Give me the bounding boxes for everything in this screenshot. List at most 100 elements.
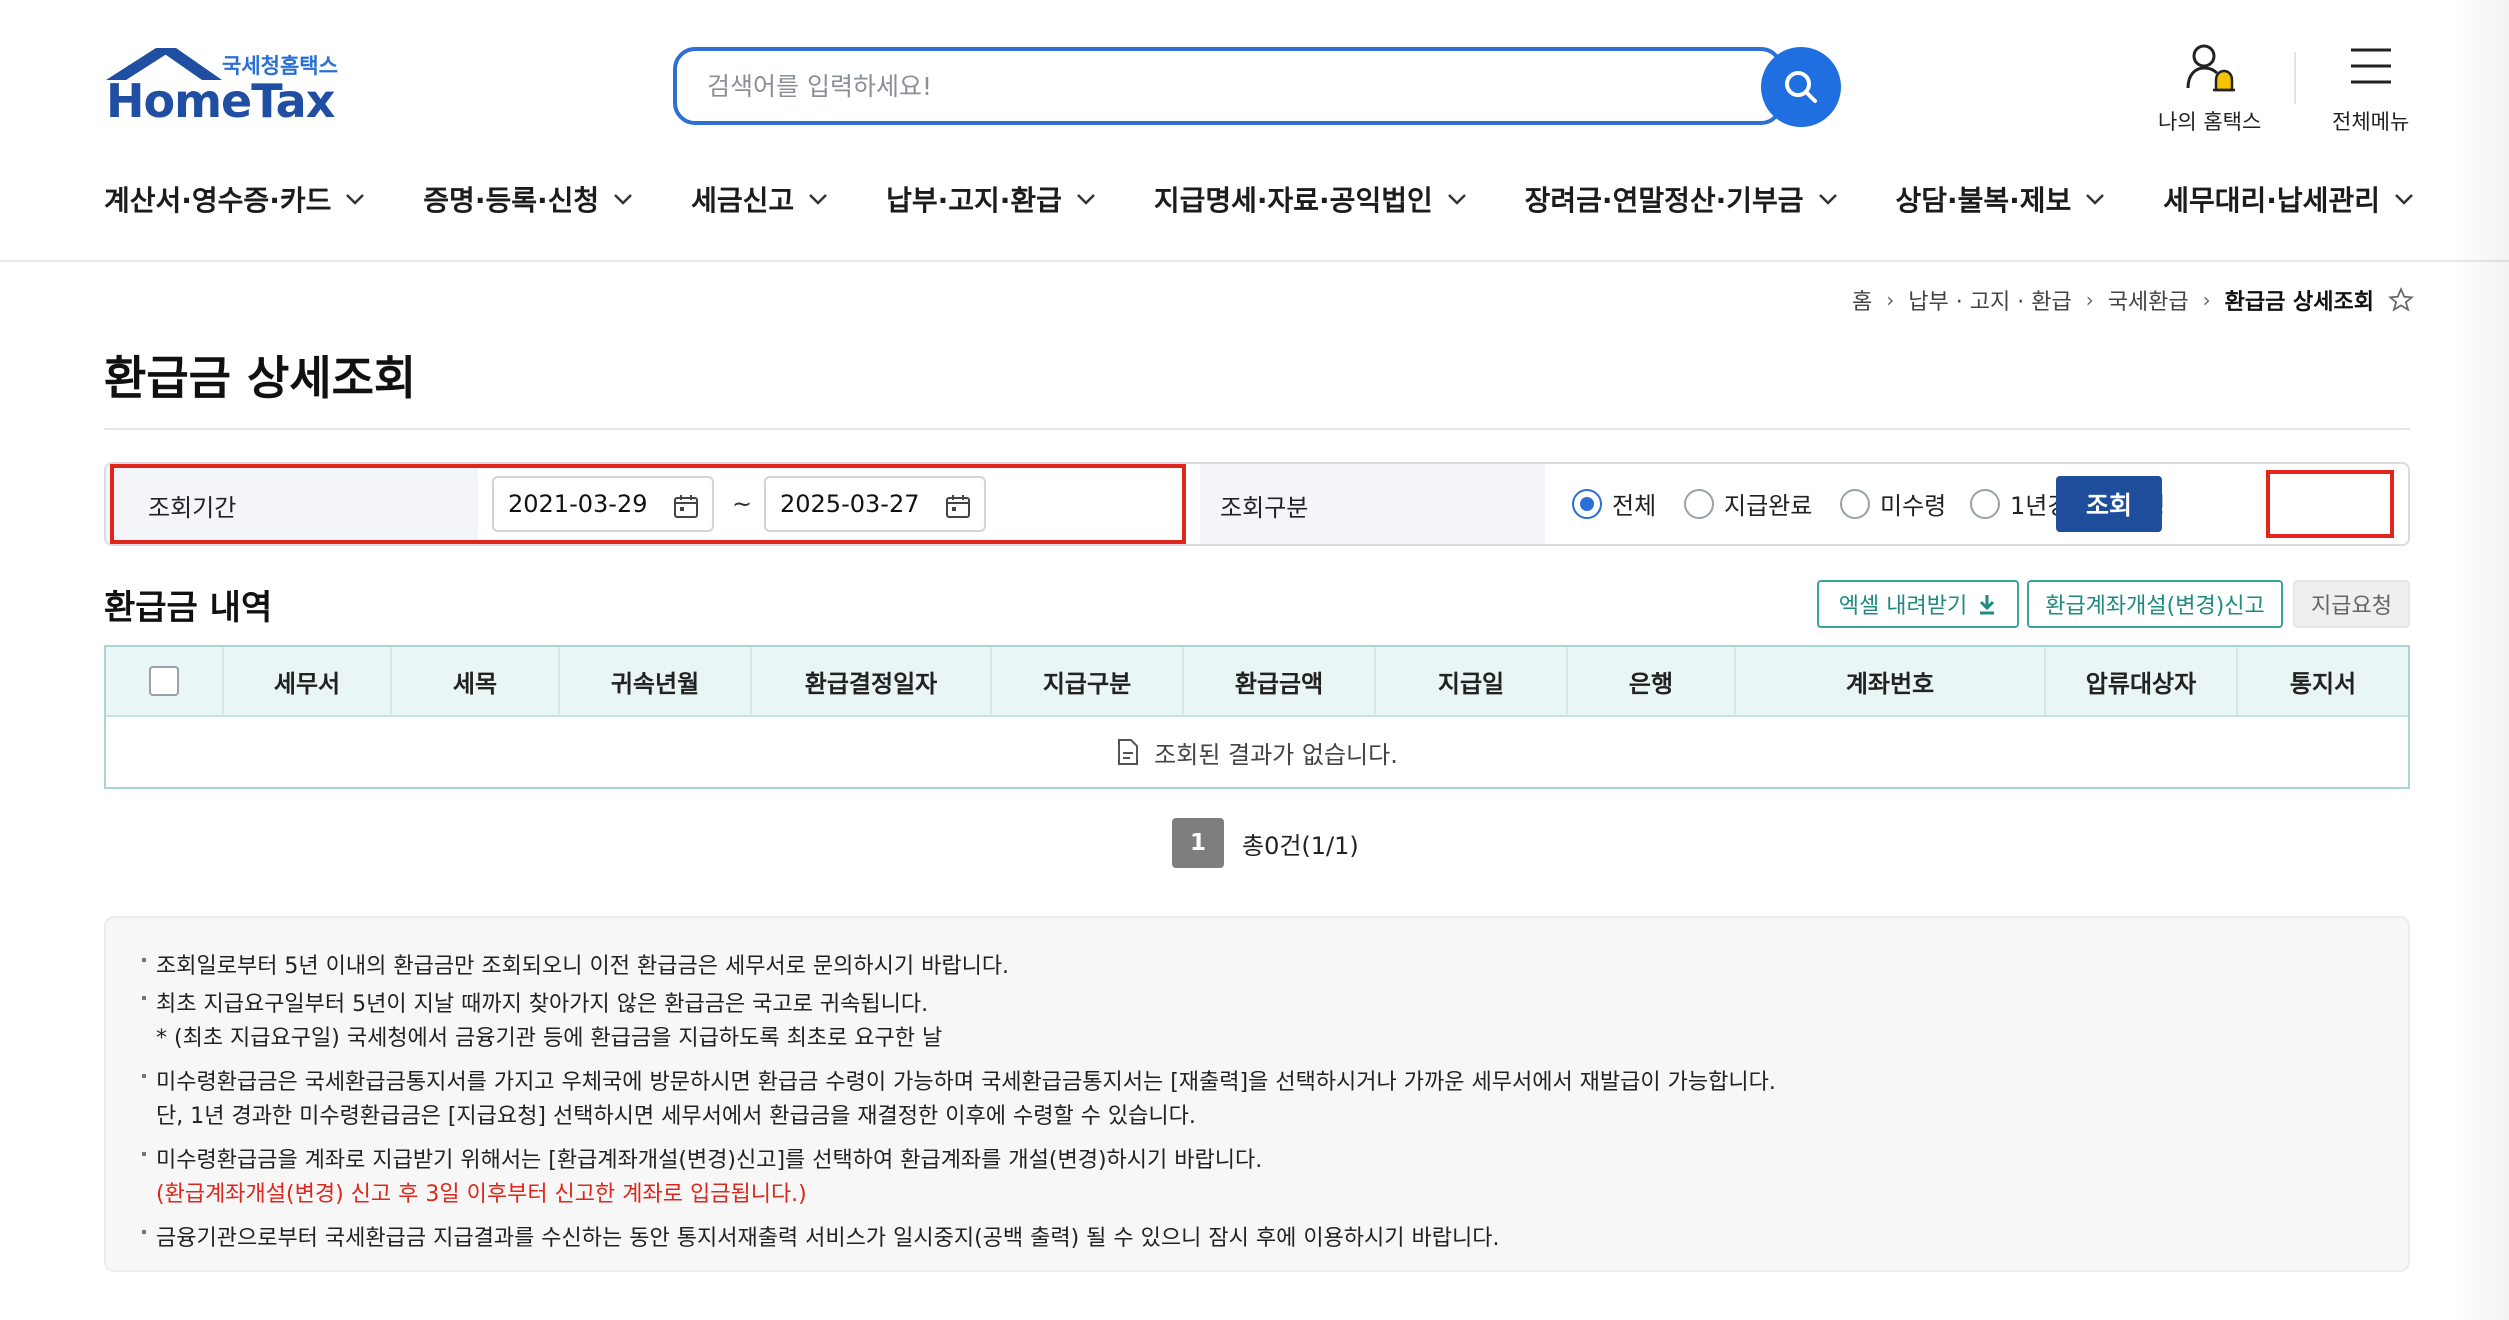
global-navigation: 계산서·영수증·카드 증명·등록·신청 세금신고 납부·고지·환급 지급명세·자…	[104, 174, 2414, 224]
notice-subitem: 단, 1년 경과한 미수령환급금은 [지급요청] 선택하시면 세무서에서 환급금…	[156, 1104, 1196, 1129]
excel-download-button[interactable]: 엑셀 내려받기	[1817, 580, 2019, 628]
breadcrumb-current: 환급금 상세조회	[2224, 290, 2374, 315]
chevron-down-icon	[1077, 194, 1095, 205]
notice-item: 조회일로부터 5년 이내의 환급금만 조회되오니 이전 환급금은 세무서로 문의…	[141, 948, 1009, 980]
query-button-highlight-frame	[2266, 470, 2394, 538]
chevron-down-icon	[1447, 194, 1466, 205]
column-header[interactable]: 은행	[1568, 647, 1736, 715]
payment-request-button[interactable]: 지급요청	[2293, 580, 2410, 628]
refund-account-report-label: 환급계좌개설(변경)신고	[2045, 594, 2265, 619]
chevron-down-icon	[346, 194, 365, 205]
chevron-down-icon	[2086, 194, 2105, 205]
user-bell-icon	[2186, 44, 2235, 92]
excel-download-label: 엑셀 내려받기	[1838, 594, 1968, 619]
hometax-logo[interactable]: 국세청홈택스 HomeTax	[104, 44, 354, 128]
select-all-checkbox[interactable]	[149, 666, 179, 696]
notice-item: 금융기관으로부터 국세환급금 지급결과를 수신하는 동안 통지서재출력 서비스가…	[141, 1220, 1499, 1252]
search-icon	[1785, 71, 1817, 103]
star-favorite-icon[interactable]	[2388, 287, 2414, 313]
total-count-info: 총0건(1/1)	[1242, 831, 1359, 860]
radio-circle[interactable]	[1684, 488, 1714, 519]
gnb-item-tax-report[interactable]: 세금신고	[691, 174, 828, 224]
page-title: 환급금 상세조회	[104, 351, 417, 405]
document-icon	[1118, 739, 1139, 765]
gnb-item-label: 지급명세·자료·공익법인	[1153, 184, 1433, 217]
pagination: 1 총0건(1/1)	[1172, 818, 1359, 868]
breadcrumb: 홈 › 납부 · 고지 · 환급 › 국세환급 › 환급금 상세조회	[1852, 284, 2414, 316]
type-label: 조회구분	[1220, 494, 1309, 522]
gnb-item-incentive[interactable]: 장려금·연말정산·기부금	[1525, 174, 1838, 224]
site-header: 국세청홈택스 HomeTax 나의 홈택스 전체메뉴 계산서·영수증·카드 증명…	[0, 0, 2509, 262]
notice-box: 조회일로부터 5년 이내의 환급금만 조회되오니 이전 환급금은 세무서로 문의…	[104, 916, 2410, 1272]
radio-label: 미수령	[1880, 492, 1947, 520]
breadcrumb-home[interactable]: 홈	[1852, 284, 1872, 316]
logo-title: HomeTax	[106, 74, 335, 128]
table-header-row: 세무서 세목 귀속년월 환급결정일자 지급구분 환급금액 지급일 은행 계좌번호…	[106, 647, 2408, 717]
radio-unclaimed[interactable]: 미수령	[1840, 486, 1946, 521]
all-menu-button[interactable]: 전체메뉴	[2332, 40, 2409, 136]
gnb-item-label: 납부·고지·환급	[886, 184, 1062, 217]
notice-item: 미수령환급금을 계좌로 지급받기 위해서는 [환급계좌개설(변경)신고]를 선택…	[141, 1142, 1262, 1174]
empty-result-message: 조회된 결과가 없습니다.	[1154, 740, 1398, 769]
hamburger-menu-icon	[2350, 48, 2391, 84]
chevron-down-icon	[1818, 194, 1837, 205]
column-header[interactable]: 세목	[392, 647, 560, 715]
gnb-item-label: 세금신고	[691, 184, 795, 217]
notice-subitem: * (최초 지급요구일) 국세청에서 금융기관 등에 환급금을 지급하도록 최초…	[156, 1026, 943, 1051]
radio-circle[interactable]	[1840, 488, 1870, 519]
chevron-down-icon	[614, 194, 633, 205]
radio-circle[interactable]	[1970, 488, 2000, 519]
breadcrumb-refund[interactable]: 국세환급	[2108, 284, 2189, 316]
scroll-edge-shadow	[2450, 0, 2509, 1320]
all-menu-label: 전체메뉴	[2332, 110, 2410, 134]
refund-list-title: 환급금 내역	[104, 588, 273, 628]
notice-item: 미수령환급금은 국세환급금통지서를 가지고 우체국에 방문하시면 환급금 수령이…	[142, 1064, 1776, 1096]
column-header[interactable]: 통지서	[2238, 647, 2408, 715]
empty-result-row: 조회된 결과가 없습니다.	[106, 717, 2408, 787]
header-divider	[2294, 52, 2296, 104]
column-header[interactable]: 환급금액	[1184, 647, 1376, 715]
gnb-item-certificate[interactable]: 증명·등록·신청	[423, 174, 633, 224]
title-divider	[104, 428, 2410, 430]
column-header[interactable]: 계좌번호	[1736, 647, 2046, 715]
radio-label: 전체	[1612, 492, 1657, 520]
period-highlight-frame	[110, 464, 1186, 544]
my-hometax-label: 나의 홈택스	[2158, 110, 2262, 134]
payment-request-label: 지급요청	[2311, 594, 2392, 619]
search-button[interactable]	[1761, 47, 1841, 127]
breadcrumb-separator-icon: ›	[2085, 288, 2094, 312]
query-button[interactable]: 조회	[2056, 476, 2162, 532]
search-box	[673, 47, 1783, 125]
refund-table: 세무서 세목 귀속년월 환급결정일자 지급구분 환급금액 지급일 은행 계좌번호…	[104, 645, 2410, 789]
select-all-cell	[106, 647, 224, 715]
download-icon	[1980, 595, 1995, 615]
radio-circle-selected[interactable]	[1572, 488, 1602, 519]
column-header[interactable]: 귀속년월	[560, 647, 752, 715]
my-hometax-button[interactable]: 나의 홈택스	[2158, 40, 2261, 136]
chevron-down-icon	[809, 194, 828, 205]
gnb-item-payment[interactable]: 납부·고지·환급	[886, 174, 1096, 224]
page-number-current[interactable]: 1	[1172, 818, 1224, 868]
column-header[interactable]: 환급결정일자	[752, 647, 992, 715]
gnb-item-label: 상담·불복·제보	[1895, 184, 2072, 217]
column-header[interactable]: 압류대상자	[2046, 647, 2238, 715]
notice-warning: (환급계좌개설(변경) 신고 후 3일 이후부터 신고한 계좌로 입금됩니다.)	[156, 1182, 807, 1207]
gnb-item-label: 세무대리·납세관리	[2163, 184, 2380, 217]
column-header[interactable]: 지급일	[1376, 647, 1568, 715]
radio-all[interactable]: 전체	[1572, 486, 1656, 521]
breadcrumb-separator-icon: ›	[1886, 288, 1895, 312]
chevron-down-icon	[2395, 194, 2413, 205]
radio-label: 지급완료	[1724, 492, 1813, 520]
breadcrumb-separator-icon: ›	[2202, 288, 2211, 312]
gnb-item-invoice[interactable]: 계산서·영수증·카드	[104, 174, 365, 224]
radio-paid[interactable]: 지급완료	[1684, 486, 1812, 521]
search-input[interactable]	[707, 65, 1687, 107]
breadcrumb-payment[interactable]: 납부 · 고지 · 환급	[1908, 284, 2071, 316]
gnb-item-label: 장려금·연말정산·기부금	[1524, 184, 1804, 217]
gnb-item-agent[interactable]: 세무대리·납세관리	[2163, 174, 2414, 224]
column-header[interactable]: 지급구분	[992, 647, 1184, 715]
refund-account-report-button[interactable]: 환급계좌개설(변경)신고	[2027, 580, 2283, 628]
gnb-item-statement[interactable]: 지급명세·자료·공익법인	[1154, 174, 1467, 224]
column-header[interactable]: 세무서	[224, 647, 392, 715]
gnb-item-consult[interactable]: 상담·불복·제보	[1895, 174, 2105, 224]
